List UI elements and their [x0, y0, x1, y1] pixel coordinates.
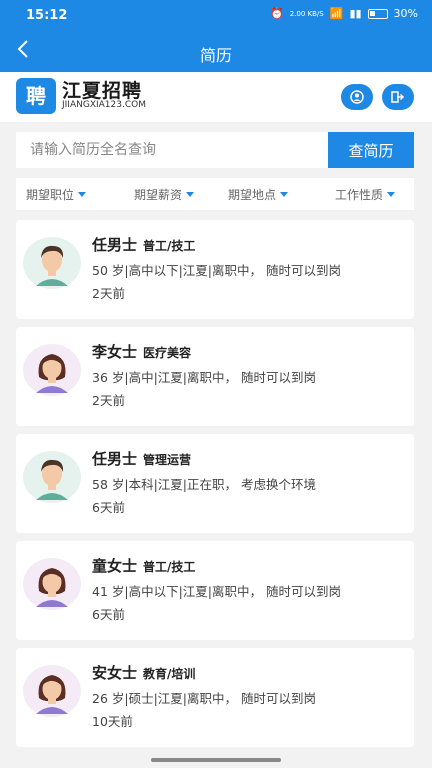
search-button[interactable]: 查简历	[328, 132, 414, 168]
network-speed: 2.00 KB/S	[289, 9, 324, 18]
filter-location[interactable]: 期望地点	[228, 186, 289, 203]
resume-card[interactable]: 李女士 医疗美容 36 岁|高中|江夏|离职中， 随时可以到岗 2天前	[16, 327, 414, 426]
resume-updated: 2天前	[92, 286, 125, 301]
female-avatar-icon	[23, 558, 81, 610]
resume-name: 李女士 医疗美容	[92, 343, 192, 361]
brand-domain: JIIANGXIA123.COM	[62, 100, 146, 110]
signal-icon: ▮▮	[349, 7, 362, 20]
resume-updated: 6天前	[92, 607, 125, 622]
brand-logo: 聘	[16, 78, 56, 114]
wifi-icon: 📶	[329, 7, 344, 20]
female-avatar-icon	[23, 665, 81, 717]
filter-label: 期望职位	[26, 188, 75, 202]
battery-icon	[367, 8, 388, 19]
resume-info: 50 岁|高中以下|江夏|离职中， 随时可以到岗	[92, 263, 341, 278]
status-bar: 15:12 ⏰ 2.00 KB/S 📶 ▮▮ 30%	[0, 0, 432, 32]
filter-label: 期望地点	[228, 188, 277, 202]
female-avatar-icon	[23, 344, 81, 396]
brand-header: 聘 江夏招聘 JIIANGXIA123.COM	[0, 72, 432, 122]
resume-updated: 10天前	[92, 714, 133, 729]
resume-updated: 2天前	[92, 393, 125, 408]
resume-updated: 6天前	[92, 500, 125, 515]
nav-bar: 简历	[0, 32, 432, 72]
home-indicator[interactable]	[151, 758, 281, 762]
user-icon	[350, 90, 364, 104]
resume-name: 童女士 普工/技工	[92, 557, 196, 575]
search-input[interactable]	[16, 132, 328, 168]
resume-name: 安女士 教育/培训	[92, 664, 196, 682]
resume-job: 普工/技工	[143, 239, 196, 253]
brand-name: 江夏招聘	[62, 80, 143, 102]
alarm-icon: ⏰	[270, 7, 284, 20]
user-button[interactable]	[341, 84, 373, 110]
caret-down-icon	[78, 192, 87, 197]
filter-position[interactable]: 期望职位	[26, 186, 87, 203]
status-time: 15:12	[26, 8, 68, 23]
resume-card[interactable]: 任男士 普工/技工 50 岁|高中以下|江夏|离职中， 随时可以到岗 2天前	[16, 220, 414, 319]
logout-icon	[391, 91, 405, 103]
resume-job: 普工/技工	[143, 560, 196, 574]
caret-down-icon	[186, 192, 195, 197]
resume-info: 41 岁|高中以下|江夏|离职中， 随时可以到岗	[92, 584, 341, 599]
resume-job: 医疗美容	[143, 346, 192, 360]
resume-card[interactable]: 童女士 普工/技工 41 岁|高中以下|江夏|离职中， 随时可以到岗 6天前	[16, 541, 414, 640]
resume-info: 36 岁|高中|江夏|离职中， 随时可以到岗	[92, 370, 316, 385]
caret-down-icon	[387, 192, 396, 197]
resume-card[interactable]: 任男士 管理运营 58 岁|本科|江夏|正在职， 考虑换个环境 6天前	[16, 434, 414, 533]
status-icons: ⏰ 2.00 KB/S 📶 ▮▮ 30%	[270, 7, 418, 20]
resume-info: 58 岁|本科|江夏|正在职， 考虑换个环境	[92, 477, 316, 492]
filter-label: 工作性质	[335, 188, 384, 202]
search-bar: 查简历	[16, 132, 414, 168]
filter-salary[interactable]: 期望薪资	[134, 186, 195, 203]
battery-level: 30%	[393, 7, 418, 20]
resume-job: 教育/培训	[143, 667, 196, 681]
resume-info: 26 岁|硕士|江夏|离职中， 随时可以到岗	[92, 691, 316, 706]
male-avatar-icon	[23, 237, 81, 289]
filter-bar: 期望职位 期望薪资 期望地点 工作性质	[16, 178, 414, 210]
resume-name: 任男士 普工/技工	[92, 236, 196, 254]
logout-button[interactable]	[382, 84, 414, 110]
male-avatar-icon	[23, 451, 81, 503]
resume-name: 任男士 管理运营	[92, 450, 192, 468]
caret-down-icon	[280, 192, 289, 197]
resume-card[interactable]: 安女士 教育/培训 26 岁|硕士|江夏|离职中， 随时可以到岗 10天前	[16, 648, 414, 747]
filter-label: 期望薪资	[134, 188, 183, 202]
filter-job-type[interactable]: 工作性质	[335, 186, 396, 203]
page-title: 简历	[199, 46, 232, 65]
resume-job: 管理运营	[143, 453, 192, 467]
